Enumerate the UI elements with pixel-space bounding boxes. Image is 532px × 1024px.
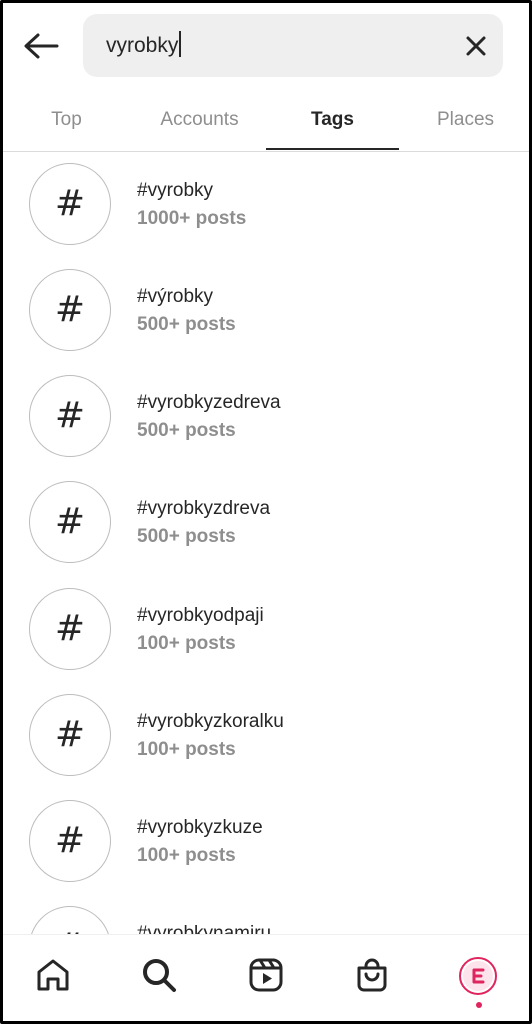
nav-home-button[interactable] (31, 953, 75, 997)
list-item[interactable]: # #vyrobky 1000+ posts (0, 152, 532, 258)
tag-name: #vyrobkyodpaji (137, 605, 264, 626)
nav-shop-button[interactable] (350, 953, 394, 997)
search-icon (143, 959, 176, 992)
search-tabs: Top Accounts Tags Places (0, 92, 532, 152)
tab-places[interactable]: Places (399, 92, 532, 150)
post-count: 100+ posts (137, 739, 236, 760)
hashtag-icon: # (29, 269, 111, 351)
hashtag-icon: # (29, 375, 111, 457)
hash-symbol: # (54, 714, 86, 755)
hashtag-icon: # (29, 481, 111, 563)
list-item[interactable]: # #vyrobkynamiru (0, 895, 532, 934)
post-count: 100+ posts (137, 633, 236, 654)
list-item[interactable]: # #vyrobkyzkoralku 100+ posts (0, 683, 532, 789)
nav-profile-button[interactable] (459, 957, 499, 1008)
reels-icon (249, 958, 283, 992)
hash-symbol: # (54, 608, 86, 649)
avatar (463, 961, 493, 991)
hash-symbol: # (54, 183, 86, 224)
hash-symbol: # (54, 820, 86, 861)
tag-name: #vyrobky (137, 180, 214, 201)
nav-reels-button[interactable] (244, 953, 288, 997)
bottom-navigation (0, 934, 532, 1024)
hash-symbol: # (54, 501, 86, 542)
back-button[interactable] (20, 26, 62, 66)
list-item[interactable]: # #výrobky 500+ posts (0, 258, 532, 364)
shop-icon (357, 958, 387, 992)
tab-tags[interactable]: Tags (266, 92, 399, 150)
hashtag-icon: # (29, 906, 111, 934)
close-icon (466, 36, 486, 56)
nav-search-button[interactable] (137, 953, 181, 997)
hashtag-icon: # (29, 800, 111, 882)
profile-logo-icon (472, 968, 485, 984)
post-count: 500+ posts (137, 420, 236, 441)
post-count: 100+ posts (137, 845, 236, 866)
list-item[interactable]: # #vyrobkyzdreva 500+ posts (0, 470, 532, 576)
notification-dot (476, 1002, 482, 1008)
arrow-left-icon (24, 33, 59, 59)
list-item[interactable]: # #vyrobkyzkuze 100+ posts (0, 789, 532, 895)
search-field[interactable]: vyrobky (83, 14, 503, 77)
tag-name: #vyrobkyzdreva (137, 498, 271, 519)
list-item[interactable]: # #vyrobkyodpaji 100+ posts (0, 577, 532, 683)
tag-name: #vyrobkyzkoralku (137, 711, 284, 732)
post-count: 1000+ posts (137, 208, 247, 229)
post-count: 500+ posts (137, 526, 236, 547)
active-tab-indicator (266, 148, 399, 150)
search-query-text: vyrobky (106, 34, 179, 57)
tag-name: #výrobky (137, 286, 214, 307)
search-input[interactable]: vyrobky (106, 14, 182, 77)
list-item[interactable]: # #vyrobkyzedreva 500+ posts (0, 364, 532, 470)
tag-name: #vyrobkyzkuze (137, 817, 263, 838)
clear-search-button[interactable] (462, 32, 490, 60)
hash-symbol: # (54, 289, 86, 330)
tag-results-list: # #vyrobky 1000+ posts # #výrobky 500+ p… (0, 152, 532, 934)
search-header: vyrobky (0, 0, 532, 92)
hashtag-icon: # (29, 163, 111, 245)
post-count: 500+ posts (137, 314, 236, 335)
hash-symbol: # (54, 395, 86, 436)
home-icon (37, 959, 69, 991)
tab-accounts[interactable]: Accounts (133, 92, 266, 150)
tag-name: #vyrobkynamiru (137, 923, 272, 934)
text-caret (179, 31, 182, 58)
tab-top[interactable]: Top (0, 92, 133, 150)
tag-name: #vyrobkyzedreva (137, 392, 281, 413)
hashtag-icon: # (29, 694, 111, 776)
hashtag-icon: # (29, 588, 111, 670)
